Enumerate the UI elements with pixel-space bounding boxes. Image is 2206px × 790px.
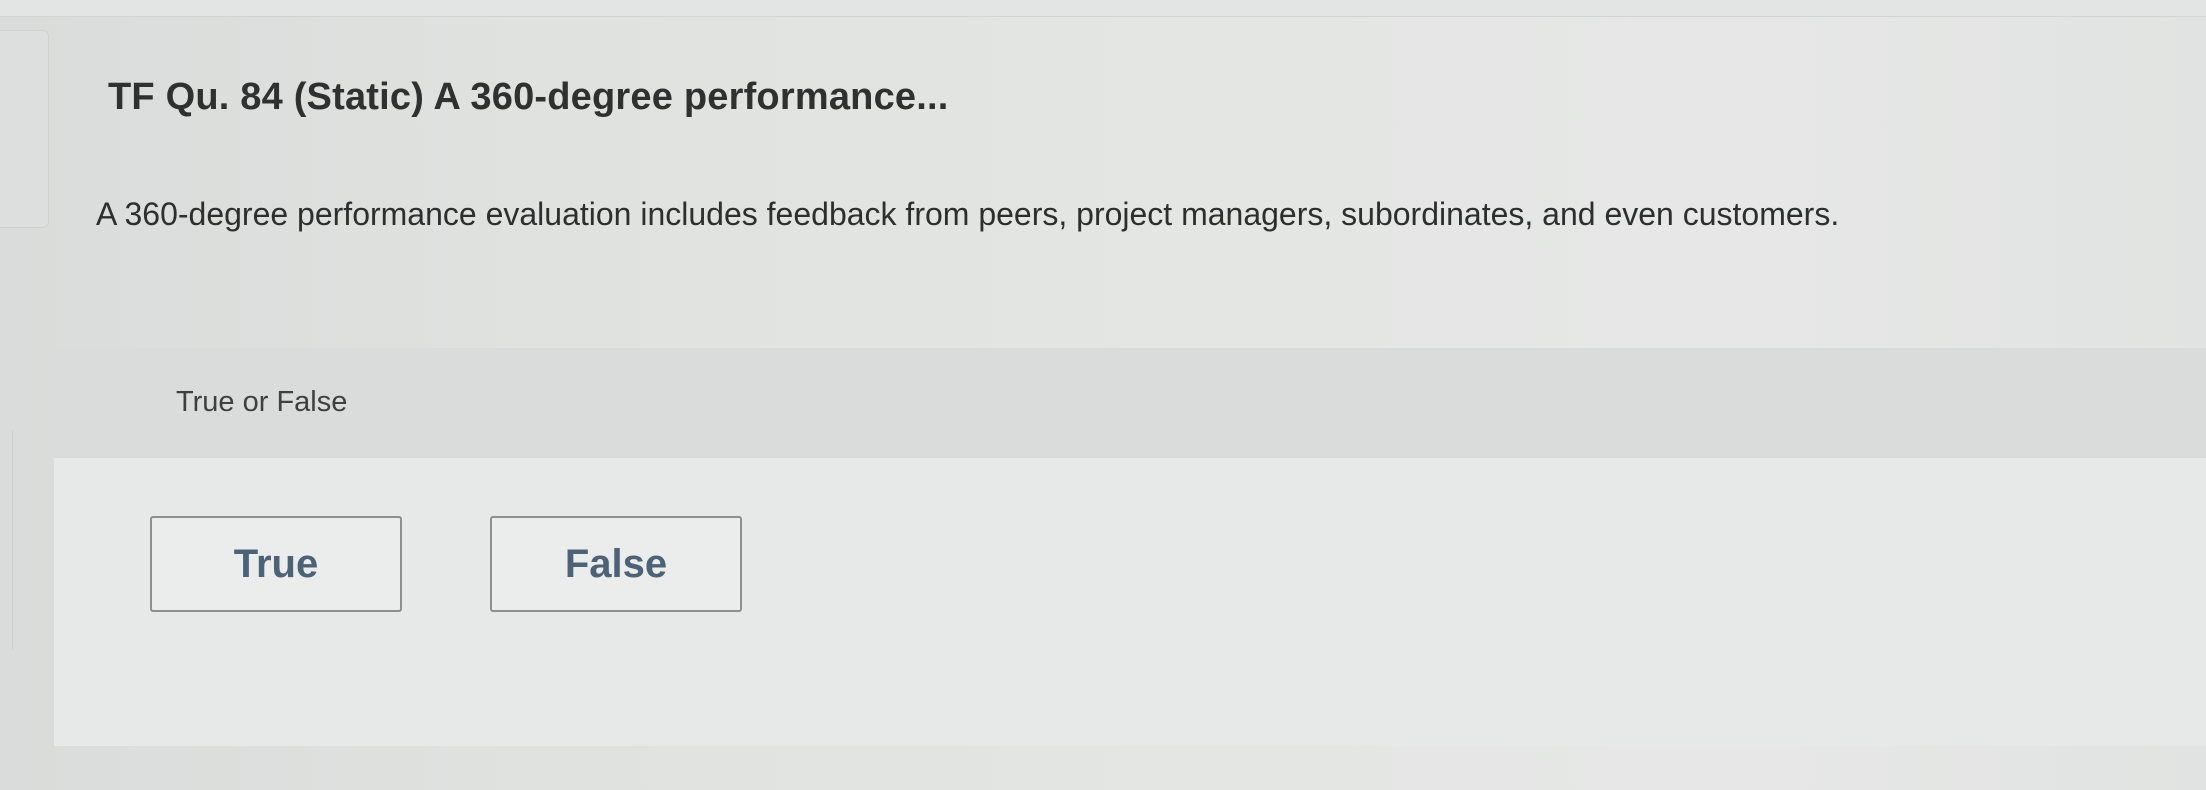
answer-panel: True or False True False (54, 348, 2206, 746)
side-divider (0, 430, 13, 650)
answer-header: True or False (54, 348, 2206, 458)
question-prompt: A 360-degree performance evaluation incl… (96, 196, 1840, 232)
true-button[interactable]: True (150, 516, 402, 612)
top-border (0, 0, 2206, 17)
false-button[interactable]: False (490, 516, 742, 612)
side-tab (0, 30, 49, 228)
answer-instruction: True or False (176, 386, 348, 418)
question-title: TF Qu. 84 (Static) A 360-degree performa… (108, 76, 949, 118)
